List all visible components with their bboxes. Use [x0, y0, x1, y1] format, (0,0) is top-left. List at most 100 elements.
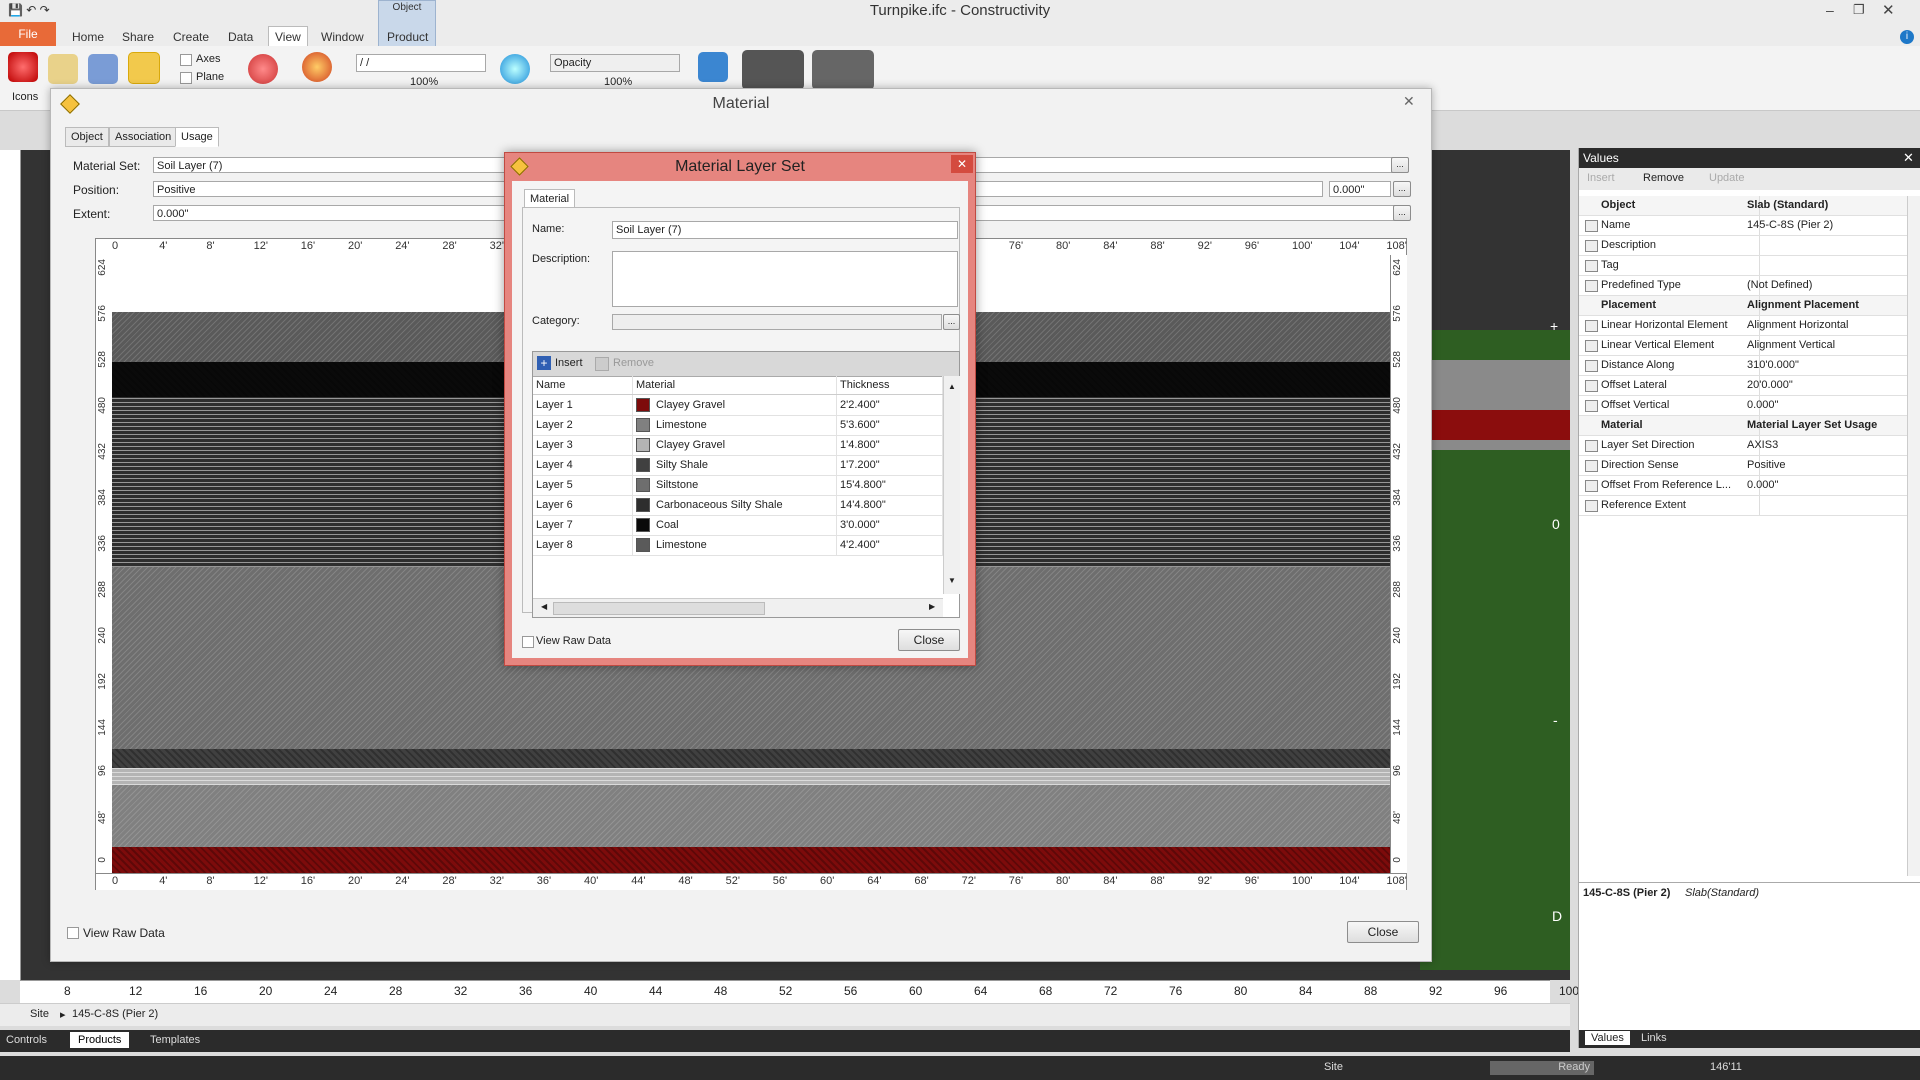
tab-usage[interactable]: Usage — [175, 127, 219, 147]
layer-name-cell[interactable]: Layer 7 — [533, 515, 633, 535]
category-browse-button[interactable]: ... — [943, 314, 960, 330]
property-value[interactable] — [1743, 256, 1907, 275]
menu-view[interactable]: View — [268, 26, 308, 47]
layer-thickness-cell[interactable]: 4'2.400" — [837, 535, 943, 555]
soil-layer-band[interactable] — [112, 785, 1390, 847]
menu-data[interactable]: Data — [228, 30, 253, 44]
property-group-row[interactable]: Placement Alignment Placement — [1579, 296, 1909, 316]
values-scrollbar[interactable] — [1907, 196, 1920, 876]
minimize-button[interactable]: – — [1826, 2, 1834, 18]
table-row[interactable]: Layer 8 Limestone 4'2.400" — [533, 535, 943, 556]
tab-products[interactable]: Products — [70, 1032, 130, 1048]
property-row[interactable]: Offset Vertical 0.000" — [1579, 396, 1909, 416]
opacity-select[interactable]: Opacity — [550, 54, 680, 72]
dialog-close-icon[interactable]: ✕ — [951, 155, 973, 173]
layer-name-cell[interactable]: Layer 5 — [533, 475, 633, 495]
values-update-button[interactable]: Update — [1709, 172, 1744, 184]
layer-material-cell[interactable]: Limestone — [633, 415, 837, 435]
layer-name-cell[interactable]: Layer 8 — [533, 535, 633, 555]
position-offset-field[interactable]: 0.000" — [1329, 181, 1391, 197]
scroll-right-icon[interactable]: ▶ — [929, 602, 935, 611]
layer-material-cell[interactable]: Limestone — [633, 535, 837, 555]
layer-thickness-cell[interactable]: 5'3.600" — [837, 415, 943, 435]
tab-links[interactable]: Links — [1641, 1032, 1667, 1044]
property-row[interactable]: Offset From Reference L... 0.000" — [1579, 476, 1909, 496]
scroll-down-icon[interactable]: ▼ — [944, 576, 960, 585]
path-site[interactable]: Site — [30, 1008, 49, 1020]
layer-name-cell[interactable]: Layer 1 — [533, 395, 633, 415]
property-value[interactable]: Material Layer Set Usage — [1743, 416, 1907, 435]
material-window-close-icon[interactable]: ✕ — [1403, 93, 1415, 110]
view-raw-data-checkbox[interactable] — [67, 927, 79, 939]
material-close-button[interactable]: Close — [1347, 921, 1419, 943]
layer-name-cell[interactable]: Layer 3 — [533, 435, 633, 455]
property-value[interactable]: (Not Defined) — [1743, 276, 1907, 295]
play-icon[interactable] — [500, 54, 530, 84]
property-group-row[interactable]: Object Slab (Standard) — [1579, 196, 1909, 216]
insert-icon[interactable]: + — [537, 356, 551, 370]
column-material[interactable]: Material — [633, 376, 837, 394]
property-value[interactable]: 310'0.000" — [1743, 356, 1907, 375]
scroll-up-icon[interactable]: ▲ — [944, 382, 960, 391]
documents-icon[interactable] — [48, 54, 78, 84]
remove-button[interactable]: Remove — [613, 357, 654, 369]
table-row[interactable]: Layer 6 Carbonaceous Silty Shale 14'4.800" — [533, 495, 943, 516]
quick-access-toolbar[interactable]: 💾 ↶ ↷ — [8, 3, 50, 17]
shapes-icon[interactable] — [128, 52, 160, 84]
description-field[interactable] — [612, 251, 958, 307]
layer-thickness-cell[interactable]: 2'2.400" — [837, 395, 943, 415]
property-row[interactable]: Reference Extent — [1579, 496, 1909, 516]
layer-material-cell[interactable]: Siltstone — [633, 475, 837, 495]
property-row[interactable]: Linear Vertical Element Alignment Vertica… — [1579, 336, 1909, 356]
section-view-icon[interactable] — [742, 50, 804, 90]
category-field[interactable] — [612, 314, 942, 330]
values-remove-button[interactable]: Remove — [1643, 172, 1684, 184]
position-browse-button[interactable]: ... — [1393, 181, 1411, 197]
values-close-icon[interactable]: ✕ — [1903, 150, 1914, 166]
property-value[interactable]: Alignment Placement — [1743, 296, 1907, 315]
property-row[interactable]: Predefined Type (Not Defined) — [1579, 276, 1909, 296]
layer-name-cell[interactable]: Layer 6 — [533, 495, 633, 515]
property-value[interactable] — [1743, 496, 1907, 515]
property-value[interactable]: Alignment Vertical — [1743, 336, 1907, 355]
icons-icon[interactable] — [8, 52, 38, 82]
menu-create[interactable]: Create — [173, 30, 209, 44]
table-row[interactable]: Layer 4 Silty Shale 1'7.200" — [533, 455, 943, 476]
axes-checkbox[interactable] — [180, 54, 192, 66]
light-icon[interactable] — [248, 54, 278, 84]
help-icon[interactable]: i — [1900, 30, 1914, 44]
name-field[interactable]: Soil Layer (7) — [612, 221, 958, 239]
layer-thickness-cell[interactable]: 1'7.200" — [837, 455, 943, 475]
property-value[interactable]: 145-C-8S (Pier 2) — [1743, 216, 1907, 235]
extent-browse-button[interactable]: ... — [1393, 205, 1411, 221]
restore-button[interactable]: ❐ — [1853, 2, 1865, 18]
soil-layer-band[interactable] — [112, 749, 1390, 768]
tab-association[interactable]: Association — [109, 127, 178, 147]
layer-thickness-cell[interactable]: 14'4.800" — [837, 495, 943, 515]
table-row[interactable]: Layer 2 Limestone 5'3.600" — [533, 415, 943, 436]
property-value[interactable]: AXIS3 — [1743, 436, 1907, 455]
property-row[interactable]: Distance Along 310'0.000" — [1579, 356, 1909, 376]
layer-material-cell[interactable]: Carbonaceous Silty Shale — [633, 495, 837, 515]
property-row[interactable]: Name 145-C-8S (Pier 2) — [1579, 216, 1909, 236]
property-row[interactable]: Direction Sense Positive — [1579, 456, 1909, 476]
soil-layer-band[interactable] — [112, 847, 1390, 873]
layer-name-cell[interactable]: Layer 2 — [533, 415, 633, 435]
layer-material-cell[interactable]: Silty Shale — [633, 455, 837, 475]
close-app-button[interactable]: ✕ — [1882, 1, 1895, 19]
property-value[interactable]: Positive — [1743, 456, 1907, 475]
layer-material-cell[interactable]: Clayey Gravel — [633, 435, 837, 455]
material-set-browse-button[interactable]: ... — [1391, 157, 1409, 173]
table-row[interactable]: Layer 1 Clayey Gravel 2'2.400" — [533, 395, 943, 416]
dialog-tab-material[interactable]: Material — [524, 189, 576, 209]
dialog-close-button[interactable]: Close — [898, 629, 960, 651]
scroll-thumb[interactable] — [553, 602, 765, 615]
property-value[interactable]: Alignment Horizontal — [1743, 316, 1907, 335]
values-insert-button[interactable]: Insert — [1587, 172, 1615, 184]
grid-vertical-scrollbar[interactable]: ▲ ▼ — [943, 376, 960, 594]
property-value[interactable]: 20'0.000" — [1743, 376, 1907, 395]
dialog-view-raw-checkbox[interactable] — [522, 636, 534, 648]
insert-button[interactable]: Insert — [555, 357, 583, 369]
property-group-row[interactable]: Material Material Layer Set Usage — [1579, 416, 1909, 436]
table-row[interactable]: Layer 3 Clayey Gravel 1'4.800" — [533, 435, 943, 456]
